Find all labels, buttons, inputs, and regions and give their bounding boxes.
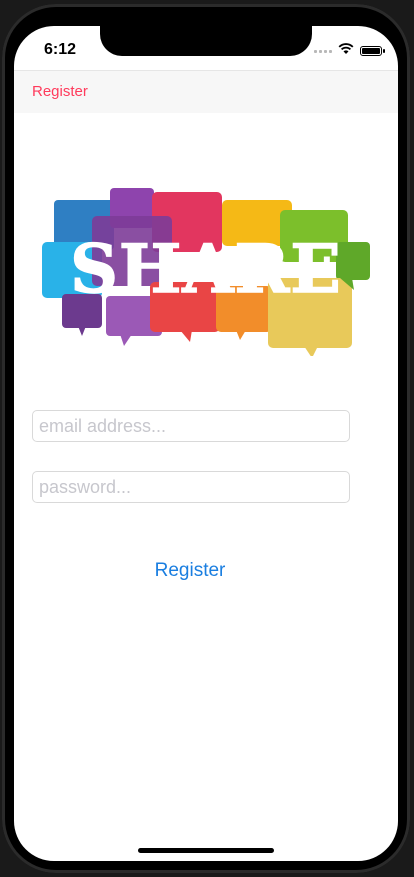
battery-icon: [360, 46, 385, 56]
wifi-icon: [338, 42, 354, 60]
navigation-bar: Register: [14, 70, 398, 113]
email-field[interactable]: [32, 410, 350, 442]
register-button[interactable]: Register: [134, 556, 246, 586]
status-time: 6:12: [44, 41, 77, 58]
cellular-signal-icon: [314, 49, 332, 53]
device-frame: 6:12 Register SHARE email address... Reg…: [0, 0, 414, 877]
home-indicator: [138, 848, 274, 853]
nav-title: Register: [32, 83, 88, 100]
logo-text: SHARE: [70, 230, 341, 308]
app-screen: 6:12 Register SHARE email address... Reg…: [14, 26, 398, 861]
notch: [100, 26, 312, 56]
share-logo: SHARE: [42, 188, 370, 356]
status-icons: [314, 42, 385, 60]
phone-bezel: 6:12 Register SHARE email address... Reg…: [2, 4, 410, 873]
password-field[interactable]: [32, 471, 350, 503]
